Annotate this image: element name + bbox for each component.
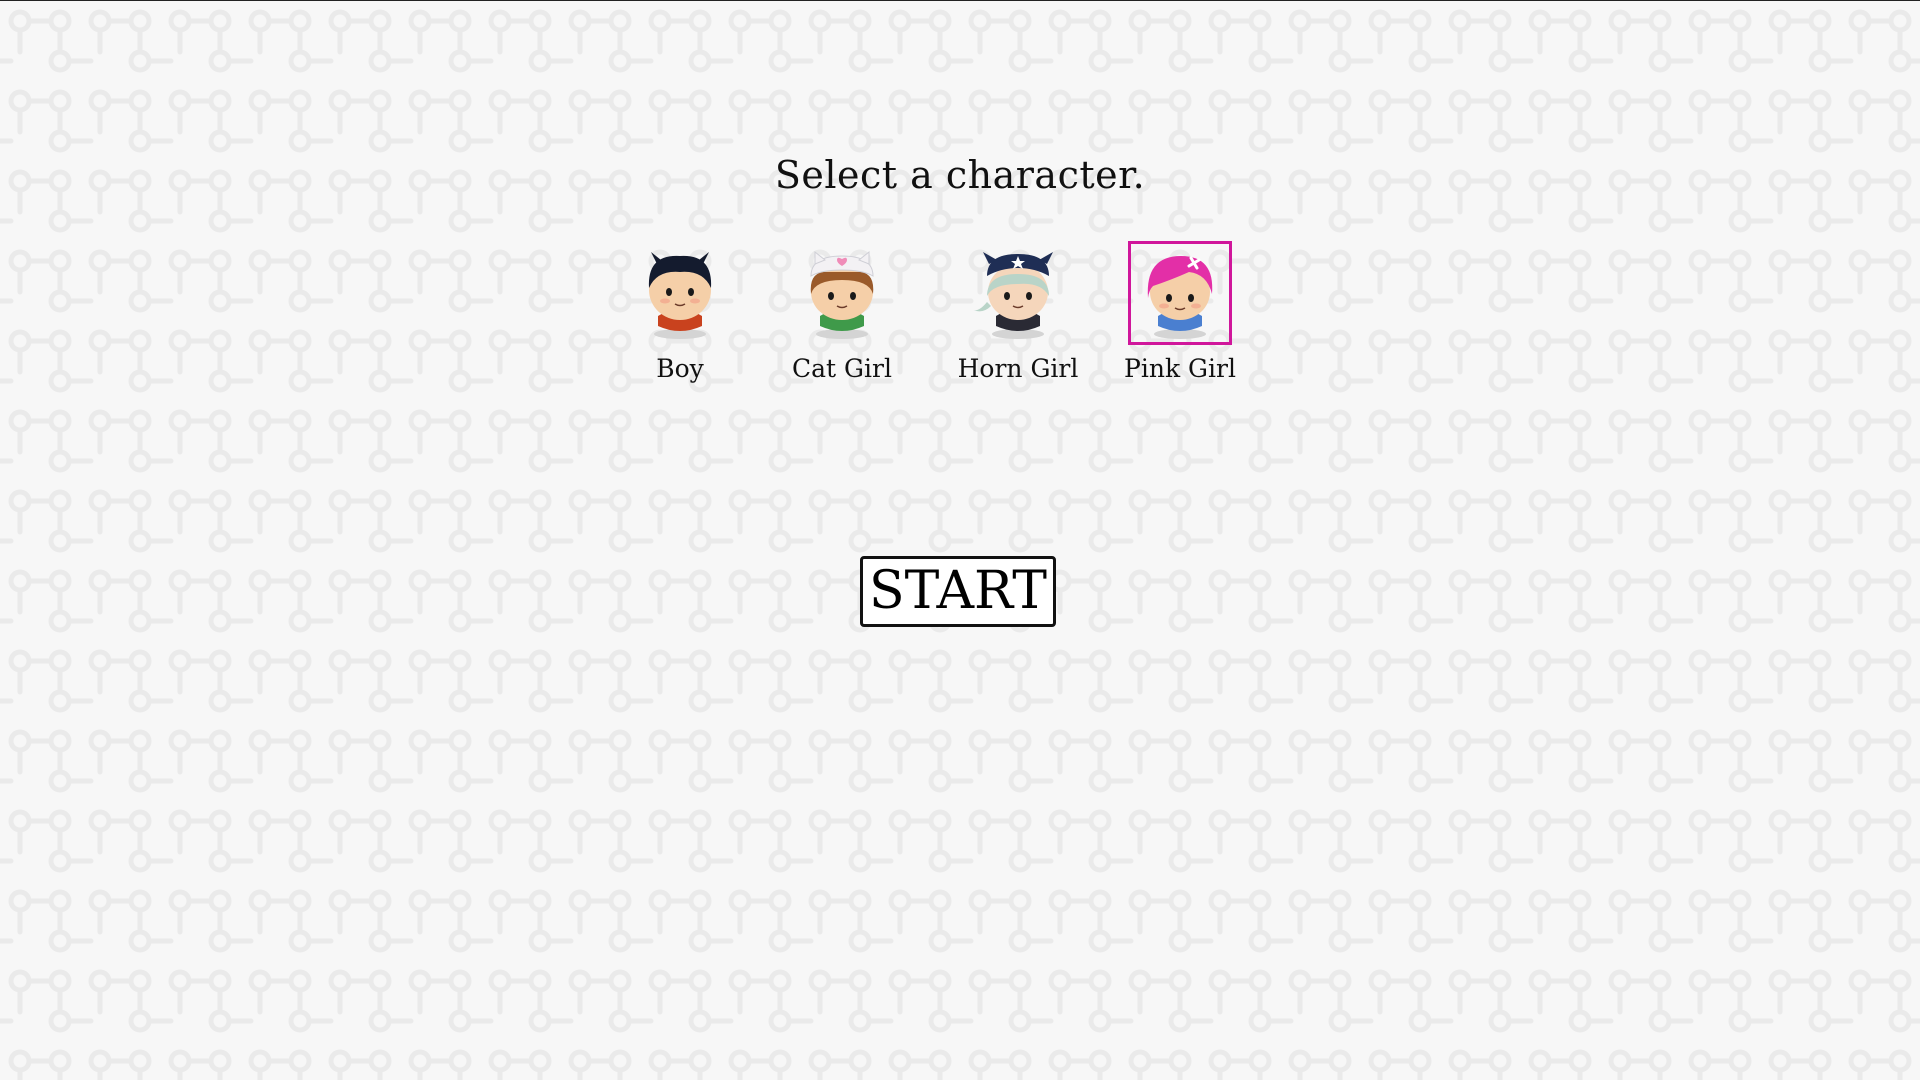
boy-avatar-icon: [648, 252, 712, 339]
character-label: Pink Girl: [1124, 354, 1236, 383]
character-option-horn-girl[interactable]: Horn Girl: [943, 241, 1093, 383]
character-option-boy[interactable]: Boy: [605, 241, 755, 383]
character-label: Cat Girl: [792, 354, 892, 383]
character-option-pink-girl[interactable]: Pink Girl: [1105, 241, 1255, 383]
portrait-frame-horn-girl: [966, 241, 1070, 345]
cat-girl-avatar-icon: [810, 250, 874, 339]
prompt-heading: Select a character.: [774, 153, 1146, 197]
character-label: Horn Girl: [957, 354, 1079, 383]
portrait-frame-cat-girl: [790, 241, 894, 345]
portrait-frame-boy: [628, 241, 732, 345]
pink-girl-avatar-icon: [1147, 256, 1213, 339]
start-button[interactable]: START: [860, 556, 1056, 627]
character-list: Boy Cat Girl Horn Girl Pink Girl: [0, 241, 1920, 391]
character-label: Boy: [656, 354, 704, 383]
portrait-frame-pink-girl-selected: [1128, 241, 1232, 345]
horn-girl-avatar-icon: [973, 252, 1053, 339]
character-option-cat-girl[interactable]: Cat Girl: [767, 241, 917, 383]
